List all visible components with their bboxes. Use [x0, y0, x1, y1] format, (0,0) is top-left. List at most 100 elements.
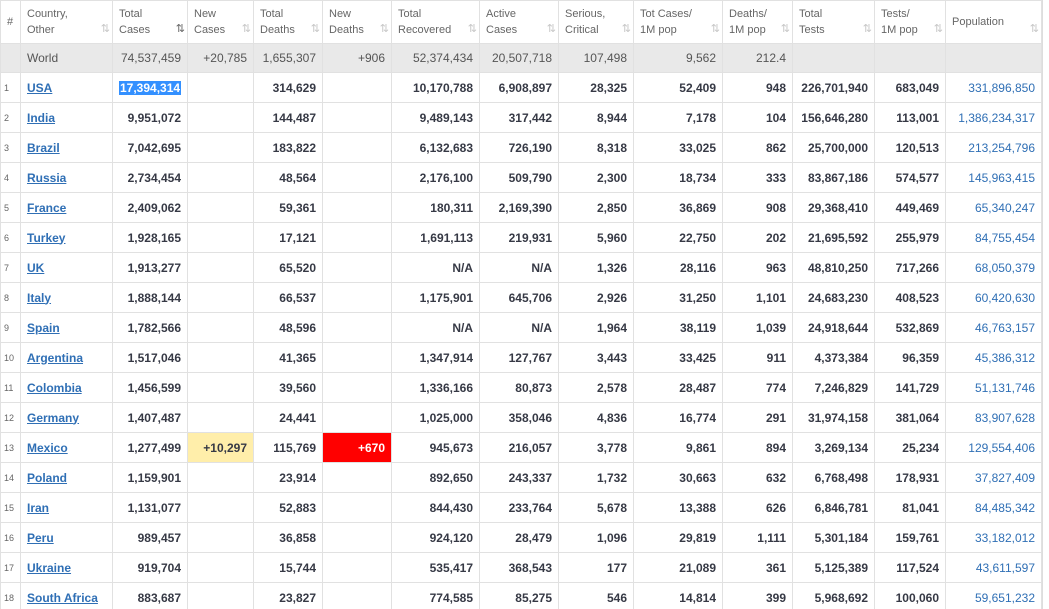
sort-icon[interactable]: ⇅: [176, 21, 185, 37]
new-deaths-cell: [322, 192, 392, 223]
table-row: 5 France 2,409,062 59,361 180,311 2,169,390 2,…: [0, 192, 1042, 223]
header-total-cases[interactable]: Total Cases ⇅: [112, 0, 188, 44]
active-cases-cell: 85,275: [479, 582, 559, 609]
new-cases-cell: [187, 372, 254, 403]
sort-icon[interactable]: ⇅: [242, 21, 251, 37]
header-deaths-per-1m-label: Deaths/: [729, 8, 767, 20]
header-active-cases[interactable]: Active Cases ⇅: [479, 0, 559, 44]
total-deaths-cell: 144,487: [253, 102, 323, 133]
active-cases-cell: 368,543: [479, 552, 559, 583]
population-link[interactable]: 83,907,628: [975, 411, 1035, 425]
table-row: 1 USA 17,394,314 314,629 10,170,788 6,908,897…: [0, 72, 1042, 103]
header-total-deaths[interactable]: Total Deaths ⇅: [253, 0, 323, 44]
sort-icon[interactable]: ⇅: [547, 21, 556, 37]
population-link[interactable]: 33,182,012: [975, 531, 1035, 545]
country-link[interactable]: Italy: [27, 291, 51, 305]
header-serious-critical[interactable]: Serious, Critical ⇅: [558, 0, 634, 44]
country-link[interactable]: Germany: [27, 411, 79, 425]
new-cases-cell: [187, 222, 254, 253]
tests-per-1m-cell: 100,060: [874, 582, 946, 609]
sort-icon[interactable]: ⇅: [781, 21, 790, 37]
country-link[interactable]: Peru: [27, 531, 54, 545]
population-link[interactable]: 60,420,630: [975, 291, 1035, 305]
header-total-recovered[interactable]: Total Recovered ⇅: [391, 0, 480, 44]
total-tests-cell: 4,373,384: [792, 342, 875, 373]
header-new-deaths-sublabel: Deaths: [329, 24, 364, 36]
header-total-tests[interactable]: Total Tests ⇅: [792, 0, 875, 44]
country-link[interactable]: Turkey: [27, 231, 65, 245]
country-link[interactable]: Iran: [27, 501, 49, 515]
population-link[interactable]: 43,611,597: [976, 561, 1035, 575]
population-link[interactable]: 65,340,247: [975, 201, 1035, 215]
new-deaths-cell: [322, 402, 392, 433]
sort-icon[interactable]: ⇅: [468, 21, 477, 37]
total-tests-cell: 226,701,940: [792, 72, 875, 103]
population-link[interactable]: 145,963,415: [968, 171, 1035, 185]
sort-icon[interactable]: ⇅: [863, 21, 872, 37]
population-link[interactable]: 51,131,746: [975, 381, 1035, 395]
country-link[interactable]: Ukraine: [27, 561, 71, 575]
population-link[interactable]: 331,896,850: [968, 81, 1035, 95]
header-cases-per-1m[interactable]: Tot Cases/1M pop ⇅: [633, 0, 723, 44]
population-link[interactable]: 68,050,379: [975, 261, 1035, 275]
active-cases-cell: 216,057: [479, 432, 559, 463]
country-link[interactable]: Russia: [27, 171, 66, 185]
header-total-tests-sublabel: Tests: [799, 24, 825, 36]
country-cell: Peru: [20, 522, 113, 553]
total-recovered-cell: 774,585: [391, 582, 480, 609]
population-link[interactable]: 1,386,234,317: [958, 111, 1035, 125]
country-cell: Poland: [20, 462, 113, 493]
country-link[interactable]: UK: [27, 261, 44, 275]
tests-per-1m-cell: 25,234: [874, 432, 946, 463]
header-index: #: [0, 0, 21, 44]
population-link[interactable]: 84,485,342: [975, 501, 1035, 515]
population-link[interactable]: 213,254,796: [968, 141, 1035, 155]
serious-cell: 8,318: [558, 132, 634, 163]
tests-per-1m-cell: 120,513: [874, 132, 946, 163]
total-cases-cell: 1,517,046: [112, 342, 188, 373]
header-active-cases-label: Active: [486, 8, 516, 20]
total-recovered-cell: 945,673: [391, 432, 480, 463]
country-cell: USA: [20, 72, 113, 103]
country-link[interactable]: Mexico: [27, 441, 68, 455]
world-deaths-per-1m: 212.4: [722, 43, 793, 73]
sort-icon[interactable]: ⇅: [101, 21, 110, 37]
header-new-cases[interactable]: New Cases ⇅: [187, 0, 254, 44]
header-population[interactable]: Population ⇅: [945, 0, 1042, 44]
header-deaths-per-1m[interactable]: Deaths/1M pop ⇅: [722, 0, 793, 44]
cases-per-1m-cell: 31,250: [633, 282, 723, 313]
sort-icon[interactable]: ⇅: [711, 21, 720, 37]
header-tests-per-1m[interactable]: Tests/1M pop ⇅: [874, 0, 946, 44]
total-recovered-cell: 535,417: [391, 552, 480, 583]
country-link[interactable]: Colombia: [27, 381, 82, 395]
population-link[interactable]: 46,763,157: [975, 321, 1035, 335]
population-link[interactable]: 129,554,406: [968, 441, 1035, 455]
total-tests-cell: 29,368,410: [792, 192, 875, 223]
sort-icon[interactable]: ⇅: [934, 21, 943, 37]
country-link[interactable]: France: [27, 201, 66, 215]
country-link[interactable]: USA: [27, 81, 52, 95]
country-cell: Argentina: [20, 342, 113, 373]
country-link[interactable]: South Africa: [27, 591, 98, 605]
selected-text[interactable]: 17,394,314: [119, 80, 182, 95]
sort-icon[interactable]: ⇅: [311, 21, 320, 37]
country-link[interactable]: Poland: [27, 471, 67, 485]
total-deaths-cell: 23,914: [253, 462, 323, 493]
country-link[interactable]: Spain: [27, 321, 60, 335]
serious-cell: 1,326: [558, 252, 634, 283]
sort-icon[interactable]: ⇅: [622, 21, 631, 37]
sort-icon[interactable]: ⇅: [380, 21, 389, 37]
table-row: 3 Brazil 7,042,695 183,822 6,132,683 726,190 8…: [0, 132, 1042, 163]
population-link[interactable]: 37,827,409: [975, 471, 1035, 485]
population-link[interactable]: 45,386,312: [975, 351, 1035, 365]
sort-icon[interactable]: ⇅: [1030, 21, 1039, 37]
country-link[interactable]: Argentina: [27, 351, 83, 365]
country-link[interactable]: India: [27, 111, 55, 125]
world-total-cases: 74,537,459: [112, 43, 188, 73]
header-new-deaths[interactable]: New Deaths ⇅: [322, 0, 392, 44]
active-cases-cell: 233,764: [479, 492, 559, 523]
header-country[interactable]: Country, Other ⇅: [20, 0, 113, 44]
population-link[interactable]: 59,651,232: [975, 591, 1035, 605]
country-link[interactable]: Brazil: [27, 141, 60, 155]
population-link[interactable]: 84,755,454: [975, 231, 1035, 245]
